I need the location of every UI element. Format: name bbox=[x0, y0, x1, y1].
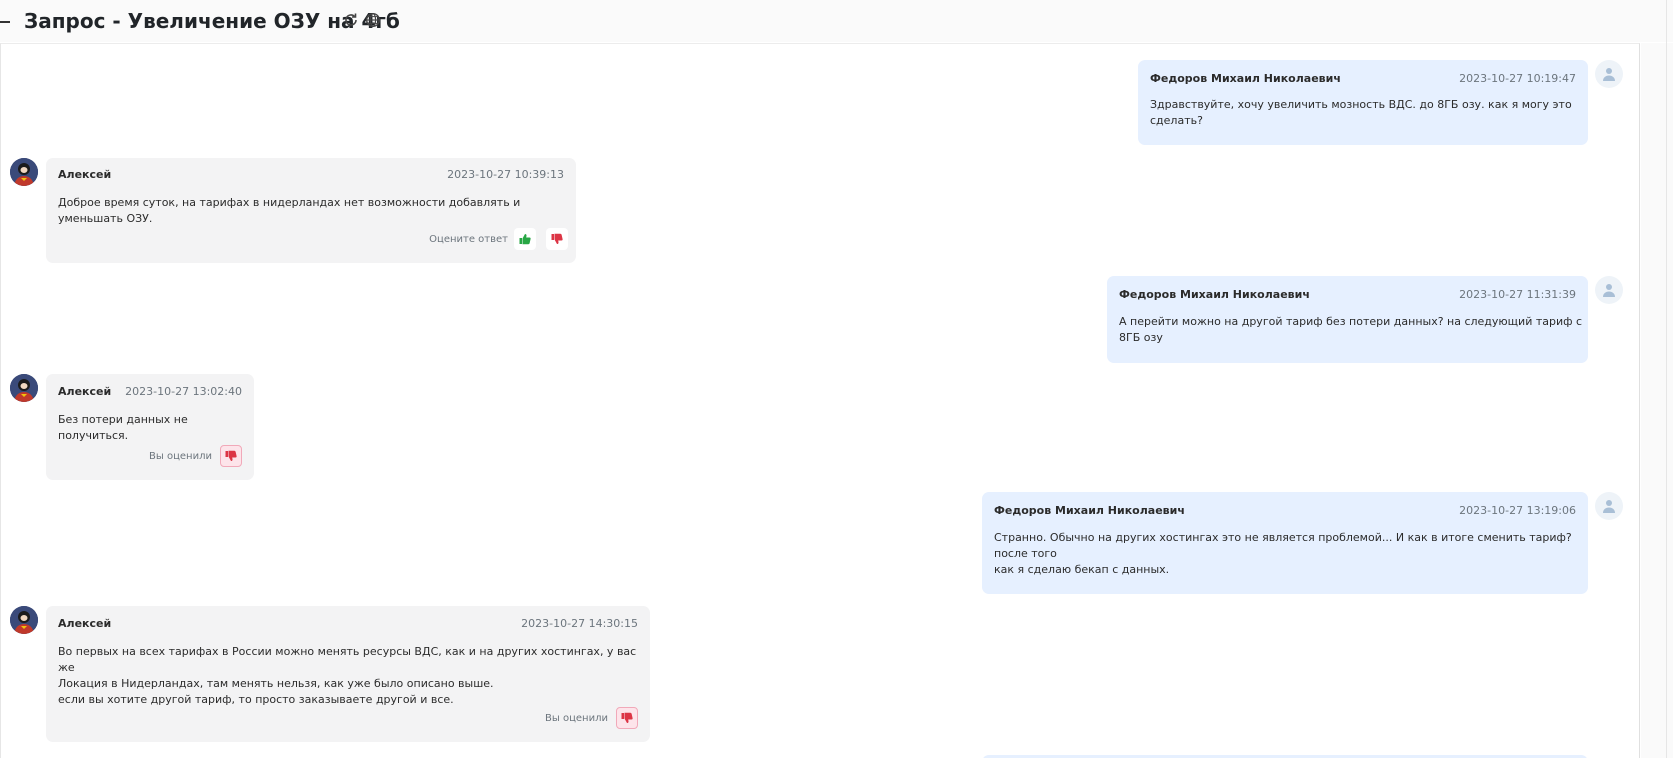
thumbs-down-icon bbox=[225, 450, 237, 461]
staff-message: Алексей 2023-10-27 13:02:40 Без потери д… bbox=[46, 374, 254, 480]
staff-avatar bbox=[10, 374, 38, 402]
message-text: А перейти можно на другой тариф без поте… bbox=[1119, 314, 1584, 346]
message-text: Здравствуйте, хочу увеличить мозность ВД… bbox=[1150, 97, 1580, 129]
client-avatar bbox=[1595, 60, 1623, 88]
rating-control: Вы оценили bbox=[545, 707, 638, 729]
thumbs-down-icon bbox=[621, 712, 633, 723]
client-avatar bbox=[1595, 492, 1623, 520]
message-author: Алексей bbox=[58, 168, 112, 181]
message-text: Без потери данных не получиться. bbox=[58, 412, 248, 444]
thumbs-down-button[interactable] bbox=[220, 445, 242, 467]
message-author: Федоров Михаил Николаевич bbox=[994, 504, 1185, 517]
thumbs-down-icon bbox=[551, 233, 563, 244]
thumbs-up-button[interactable] bbox=[514, 228, 536, 250]
message-time: 2023-10-27 10:19:47 bbox=[1459, 72, 1576, 85]
page-header: Запрос - Увеличение ОЗУ на 4гб bbox=[0, 0, 1673, 42]
message-time: 2023-10-27 10:39:13 bbox=[447, 168, 564, 181]
globe-icon[interactable] bbox=[365, 12, 381, 28]
staff-avatar bbox=[10, 606, 38, 634]
staff-avatar bbox=[10, 158, 38, 186]
thumbs-down-button[interactable] bbox=[546, 228, 568, 250]
message-line: Странно. Обычно на других хостингах это … bbox=[994, 531, 1572, 560]
collapse-dash[interactable] bbox=[0, 21, 10, 23]
rating-label: Оцените ответ bbox=[429, 233, 508, 245]
rating-label: Вы оценили bbox=[545, 712, 608, 724]
staff-message: Алексей 2023-10-27 10:39:13 Доброе время… bbox=[46, 158, 576, 263]
message-line: как я сделаю бекап с данных. bbox=[994, 563, 1170, 576]
refresh-icon[interactable] bbox=[343, 12, 359, 28]
message-text: Доброе время суток, на тарифах в нидерла… bbox=[58, 195, 568, 227]
client-message: Федоров Михаил Николаевич 2023-10-27 11:… bbox=[1107, 276, 1588, 363]
client-message: Федоров Михаил Николаевич 2023-10-27 13:… bbox=[982, 492, 1588, 594]
message-time: 2023-10-27 13:19:06 bbox=[1459, 504, 1576, 517]
message-line: Во первых на всех тарифах в России можно… bbox=[58, 645, 637, 674]
message-author: Алексей bbox=[58, 617, 112, 630]
message-line: Здравствуйте, хочу увеличить мозность ВД… bbox=[1150, 98, 1572, 127]
message-line: Доброе время суток, на тарифах в нидерла… bbox=[58, 196, 521, 225]
rating-control: Вы оценили bbox=[149, 445, 242, 467]
user-icon bbox=[1603, 284, 1615, 297]
rating-control: Оцените ответ bbox=[429, 228, 568, 250]
client-message: Федоров Михаил Николаевич 2023-10-27 10:… bbox=[1138, 60, 1588, 145]
message-line: Локация в Нидерландах, там менять нельзя… bbox=[58, 677, 494, 690]
message-line: если вы хотите другой тариф, то просто з… bbox=[58, 693, 454, 706]
scroll-gutter bbox=[1641, 43, 1673, 758]
right-divider bbox=[1666, 0, 1667, 758]
thumbs-down-button[interactable] bbox=[616, 707, 638, 729]
rating-label: Вы оценили bbox=[149, 450, 212, 462]
message-author: Федоров Михаил Николаевич bbox=[1150, 72, 1341, 85]
message-author: Алексей bbox=[58, 385, 112, 398]
message-text: Во первых на всех тарифах в России можно… bbox=[58, 644, 646, 708]
message-time: 2023-10-27 14:30:15 bbox=[521, 617, 638, 630]
user-icon bbox=[1603, 68, 1615, 81]
message-time: 2023-10-27 13:02:40 bbox=[125, 385, 242, 398]
thumbs-up-icon bbox=[519, 234, 531, 245]
client-avatar bbox=[1595, 276, 1623, 304]
message-author: Федоров Михаил Николаевич bbox=[1119, 288, 1310, 301]
message-line: А перейти можно на другой тариф без поте… bbox=[1119, 315, 1583, 344]
user-icon bbox=[1603, 500, 1615, 513]
message-line: Без потери данных не получиться. bbox=[58, 413, 188, 442]
message-time: 2023-10-27 11:31:39 bbox=[1459, 288, 1576, 301]
message-text: Странно. Обычно на других хостингах это … bbox=[994, 530, 1584, 578]
staff-message: Алексей 2023-10-27 14:30:15 Во первых на… bbox=[46, 606, 650, 742]
